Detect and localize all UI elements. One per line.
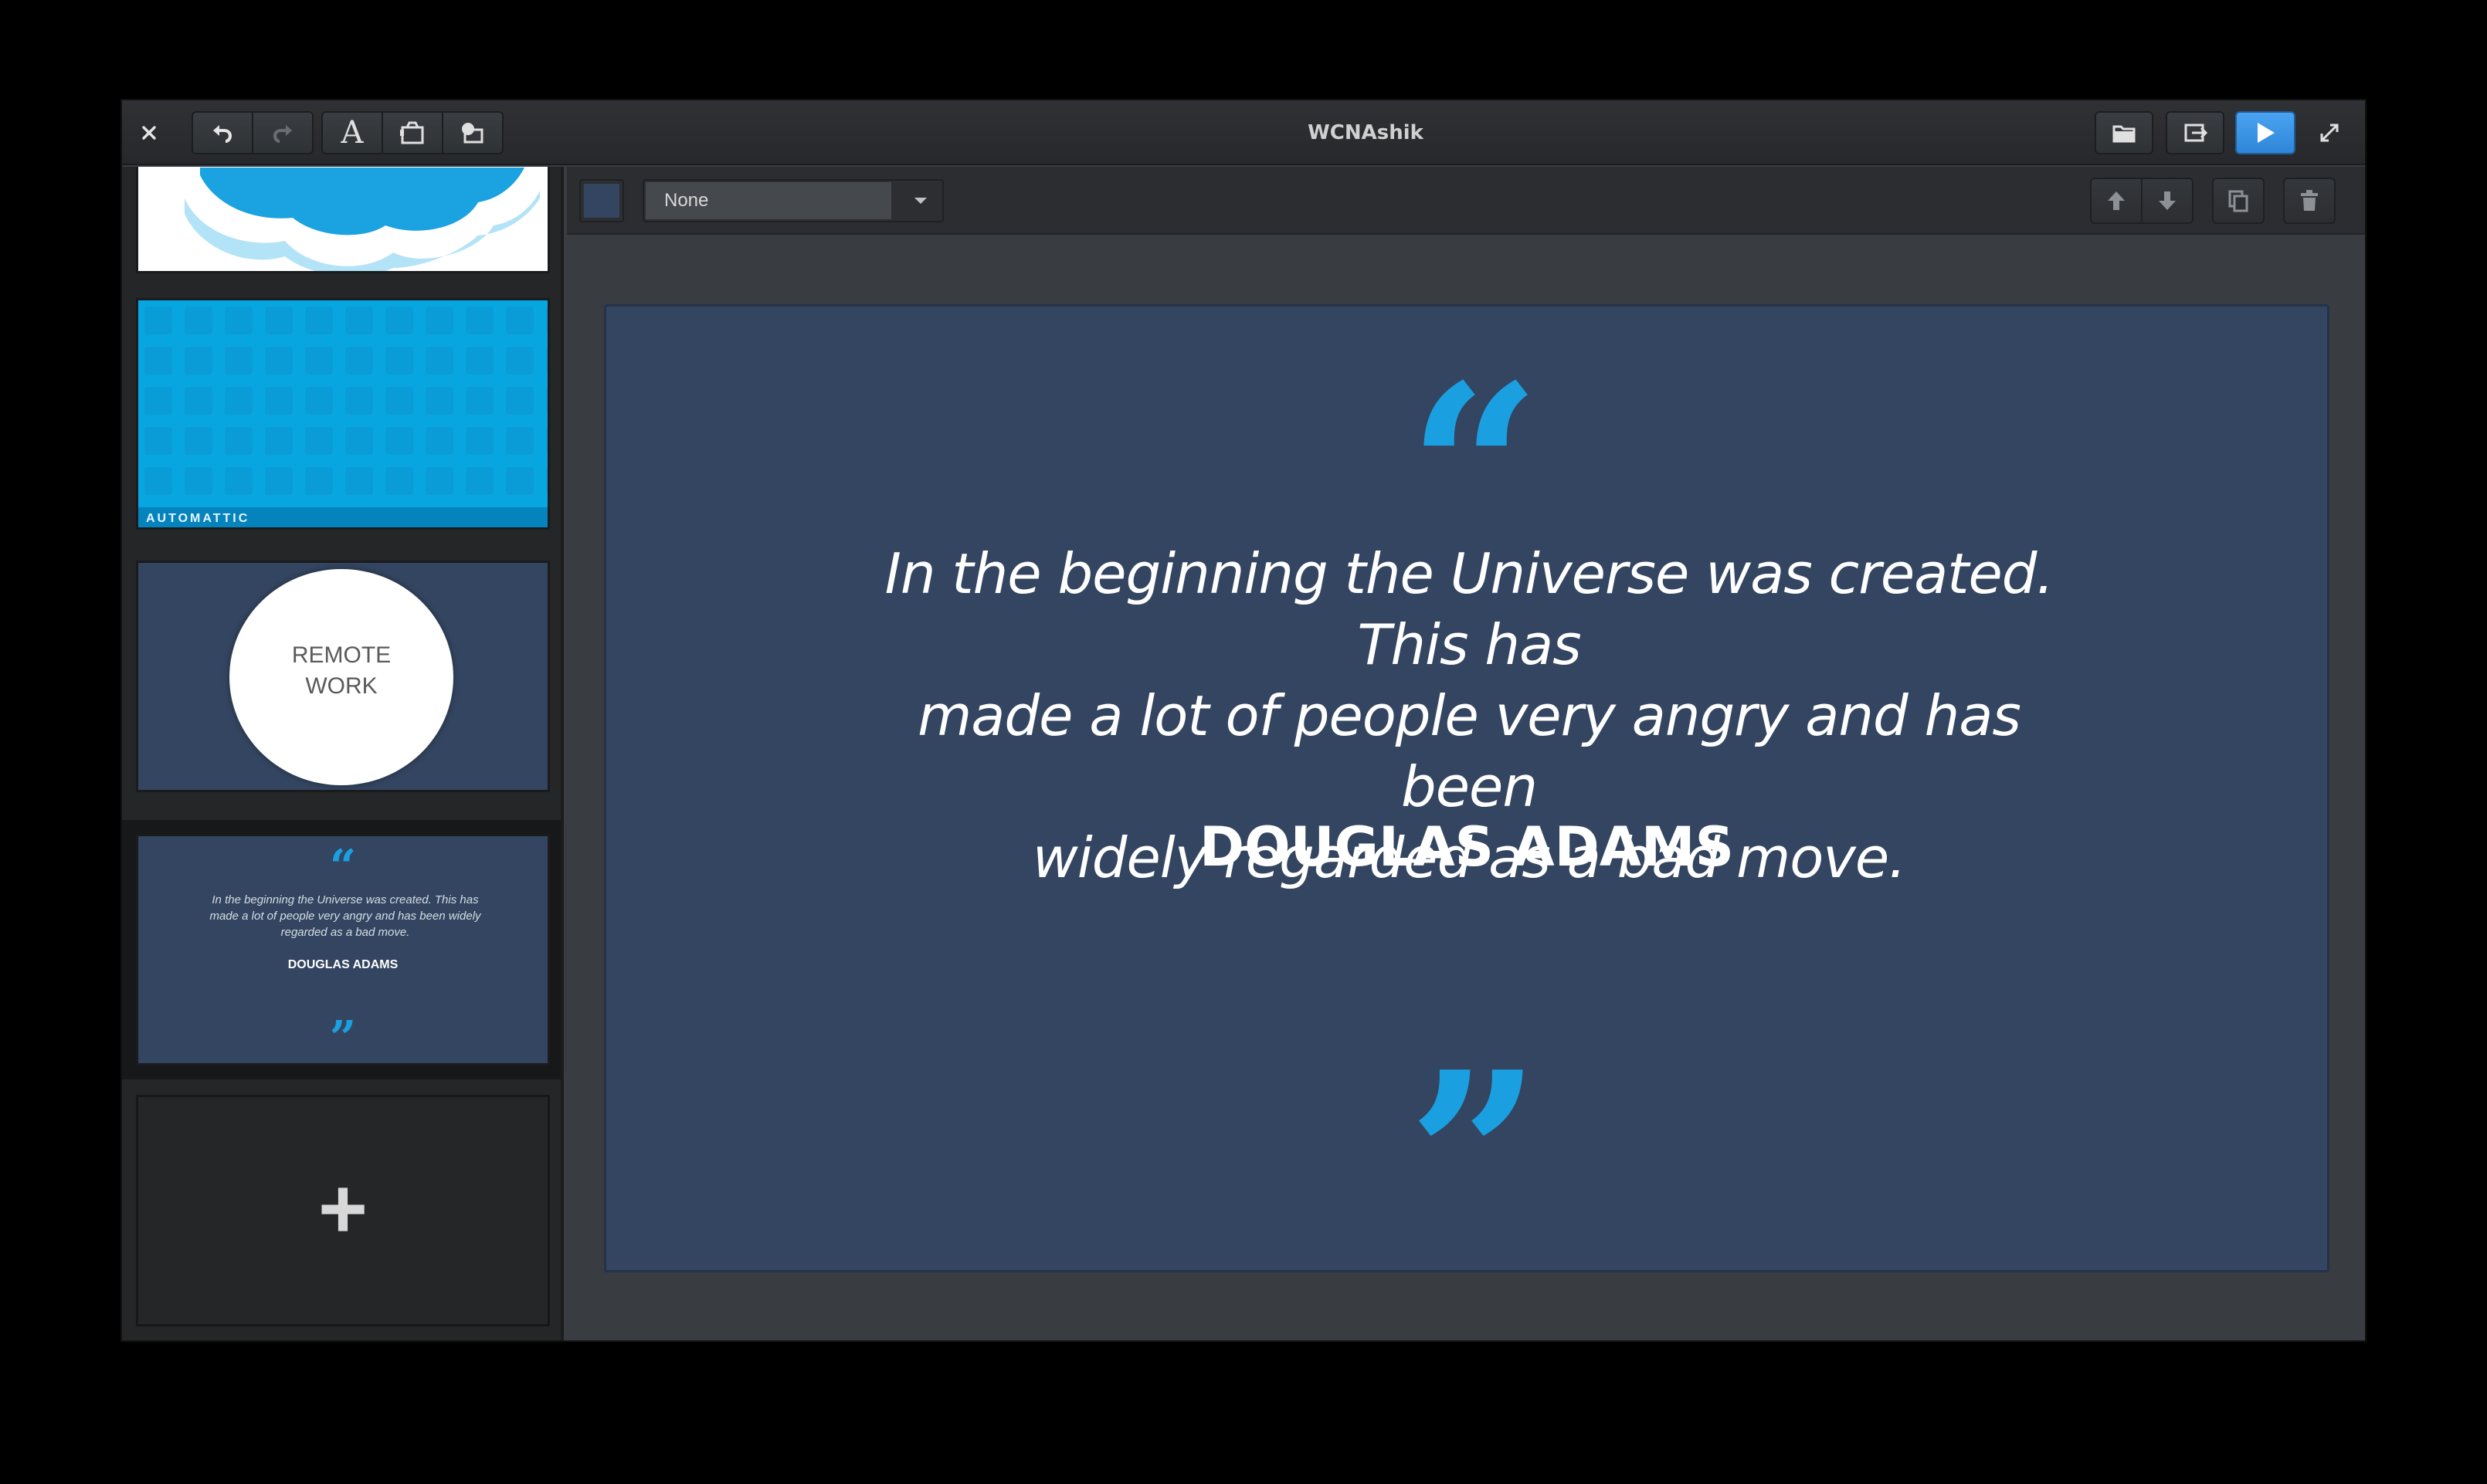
plus-icon: + xyxy=(317,1161,368,1256)
add-slide-button[interactable]: + xyxy=(136,1095,550,1326)
close-quote-mark[interactable]: ” xyxy=(606,1042,2327,1273)
image-icon xyxy=(400,121,424,144)
text-tool-button[interactable]: A xyxy=(321,111,383,154)
clouds-image xyxy=(138,167,548,271)
thumb-quote-text: In the beginning the Universe was create… xyxy=(209,893,481,939)
header-bar: A WCNAshik xyxy=(122,100,2365,165)
export-button[interactable] xyxy=(2166,111,2224,154)
slide-thumbnail-2[interactable]: AUTOMATTIC xyxy=(136,298,550,530)
open-file-button[interactable] xyxy=(2095,111,2153,154)
window-title: WCNAshik xyxy=(1308,121,1423,144)
close-button[interactable] xyxy=(130,111,168,154)
quote-author[interactable]: DOUGLAS ADAMS xyxy=(606,816,2327,878)
insert-image-button[interactable] xyxy=(382,111,443,154)
fill-color-button[interactable] xyxy=(579,179,624,222)
fullscreen-icon xyxy=(2320,124,2339,142)
color-swatch xyxy=(584,184,619,218)
redo-button[interactable] xyxy=(252,111,314,154)
style-select-value: None xyxy=(646,182,891,219)
app-window: A WCNAshik AUTOMATTIC REMOTE WORK “ In t… xyxy=(122,100,2365,1340)
fullscreen-button[interactable] xyxy=(2308,111,2351,154)
export-icon xyxy=(2184,124,2207,142)
style-select[interactable]: None xyxy=(643,179,944,222)
slide-thumbnail-1[interactable] xyxy=(136,167,550,273)
undo-icon xyxy=(213,125,232,143)
delete-button[interactable] xyxy=(2283,178,2336,224)
close-icon xyxy=(142,126,156,140)
present-button[interactable] xyxy=(2235,111,2295,154)
folder-icon xyxy=(2112,125,2136,143)
move-up-button[interactable] xyxy=(2090,178,2143,224)
arrow-up-icon xyxy=(2108,191,2125,210)
arrow-down-icon xyxy=(2159,191,2176,210)
trash-icon xyxy=(2301,190,2318,211)
thumb-close-quote: ” xyxy=(329,1011,357,1066)
undo-button[interactable] xyxy=(192,111,253,154)
thumb-quote-author: DOUGLAS ADAMS xyxy=(287,958,399,971)
move-down-button[interactable] xyxy=(2141,178,2194,224)
slide-thumbnail-4[interactable]: “ In the beginning the Universe was crea… xyxy=(136,834,550,1066)
text-tool-icon: A xyxy=(341,115,364,151)
thumb-open-quote: “ xyxy=(329,840,357,894)
pattern-image xyxy=(138,300,548,527)
slide-sidebar: AUTOMATTIC REMOTE WORK “ In the beginnin… xyxy=(122,167,564,1340)
insert-shape-button[interactable] xyxy=(442,111,504,154)
chevron-down-icon xyxy=(914,198,927,204)
remote-work-text: REMOTE WORK xyxy=(291,642,392,699)
slide-editor[interactable]: “ In the beginning the Universe was crea… xyxy=(604,304,2329,1273)
automattic-logo-text: AUTOMATTIC xyxy=(146,512,250,525)
shapes-icon xyxy=(462,123,483,144)
format-toolbar: None xyxy=(567,167,2365,235)
play-icon xyxy=(2258,123,2275,143)
duplicate-button[interactable] xyxy=(2212,178,2265,224)
copy-icon xyxy=(2228,190,2248,212)
slide-canvas: “ In the beginning the Universe was crea… xyxy=(567,236,2365,1340)
redo-icon xyxy=(273,125,292,143)
slide-thumbnail-3[interactable]: REMOTE WORK xyxy=(136,561,550,792)
